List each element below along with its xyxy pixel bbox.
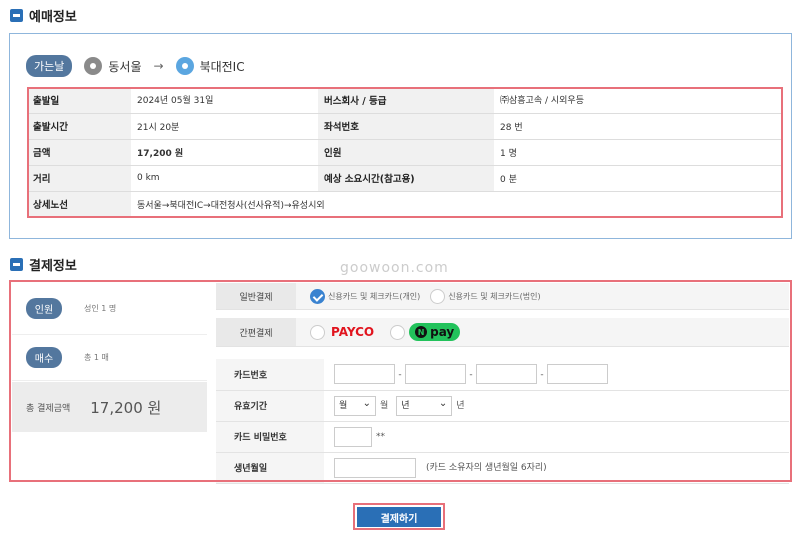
highlight-box [9, 280, 792, 482]
reservation-title: 예매정보 [29, 10, 77, 25]
reservation-section-title: 예매정보 [10, 6, 77, 25]
route-to: 북대전IC [199, 59, 245, 74]
highlight-box [353, 503, 445, 530]
arrow-right-icon: → [153, 59, 164, 73]
bus-icon [10, 258, 23, 271]
route-from: 동서울 [108, 59, 142, 74]
watermark: goowoon.com [340, 260, 449, 276]
highlight-box [27, 87, 783, 218]
payment-section-title: 결제정보 [10, 255, 77, 274]
bus-icon [10, 9, 23, 22]
location-pin-icon [175, 57, 194, 75]
location-pin-icon [84, 57, 103, 75]
departure-badge: 가는날 [26, 55, 73, 77]
payment-title: 결제정보 [29, 259, 77, 274]
route-line: 가는날 동서울 → 북대전IC [26, 55, 245, 77]
